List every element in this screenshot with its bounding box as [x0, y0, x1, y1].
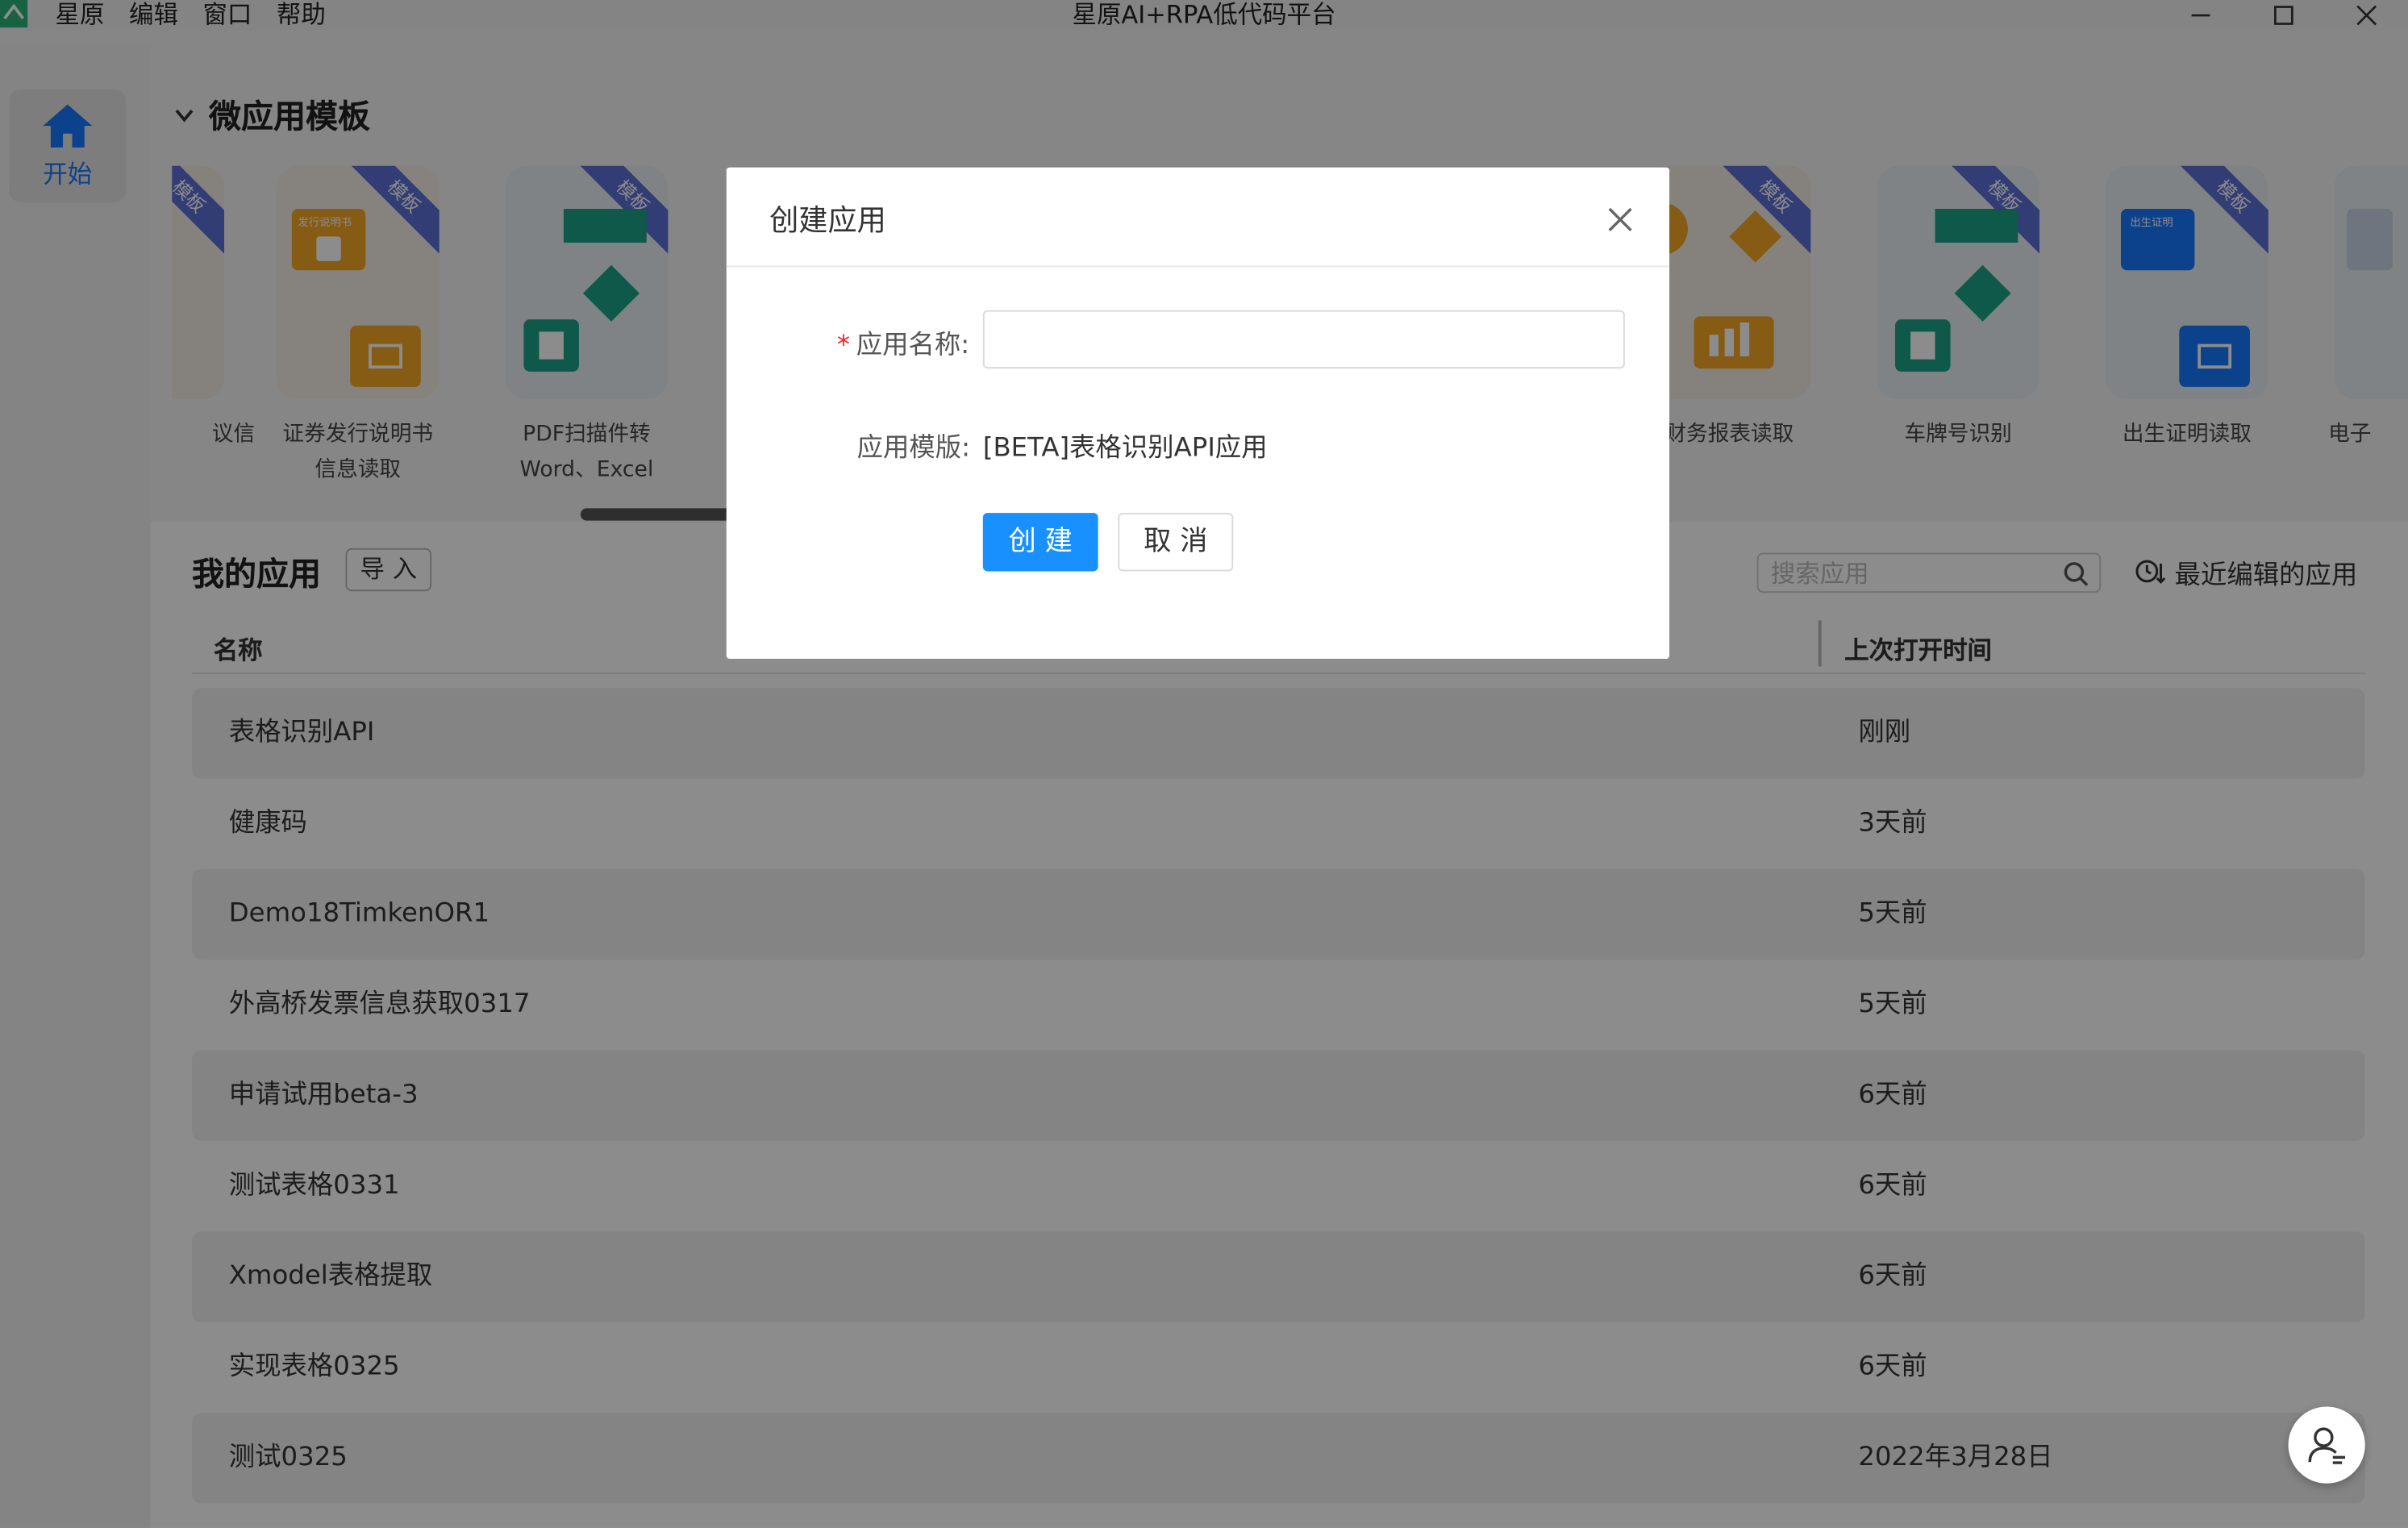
support-agent-icon	[2308, 1427, 2346, 1464]
app-template-value: [BETA]表格识别API应用	[982, 433, 1268, 464]
dialog-divider	[726, 265, 1670, 268]
app-template-label: 应用模版:	[856, 433, 971, 464]
modal-close-icon[interactable]	[1605, 204, 1635, 235]
app-name-input[interactable]	[982, 310, 1625, 369]
required-mark: *	[836, 330, 851, 361]
app-name-label: * 应用名称:	[836, 323, 970, 361]
create-button[interactable]: 创 建	[982, 513, 1098, 572]
screen: 星原 编辑 窗口 帮助 星原AI+RPA低代码平台 开始 微应用模板 模板 议信…	[0, 0, 2408, 1528]
cancel-button[interactable]: 取 消	[1118, 513, 1234, 572]
dialog-title: 创建应用	[769, 204, 886, 239]
app-name-label-text: 应用名称:	[856, 330, 970, 361]
create-app-dialog: 创建应用 * 应用名称: 应用模版: [BETA]表格识别API应用 创 建 取 …	[726, 167, 1670, 660]
support-button[interactable]	[2288, 1406, 2365, 1484]
